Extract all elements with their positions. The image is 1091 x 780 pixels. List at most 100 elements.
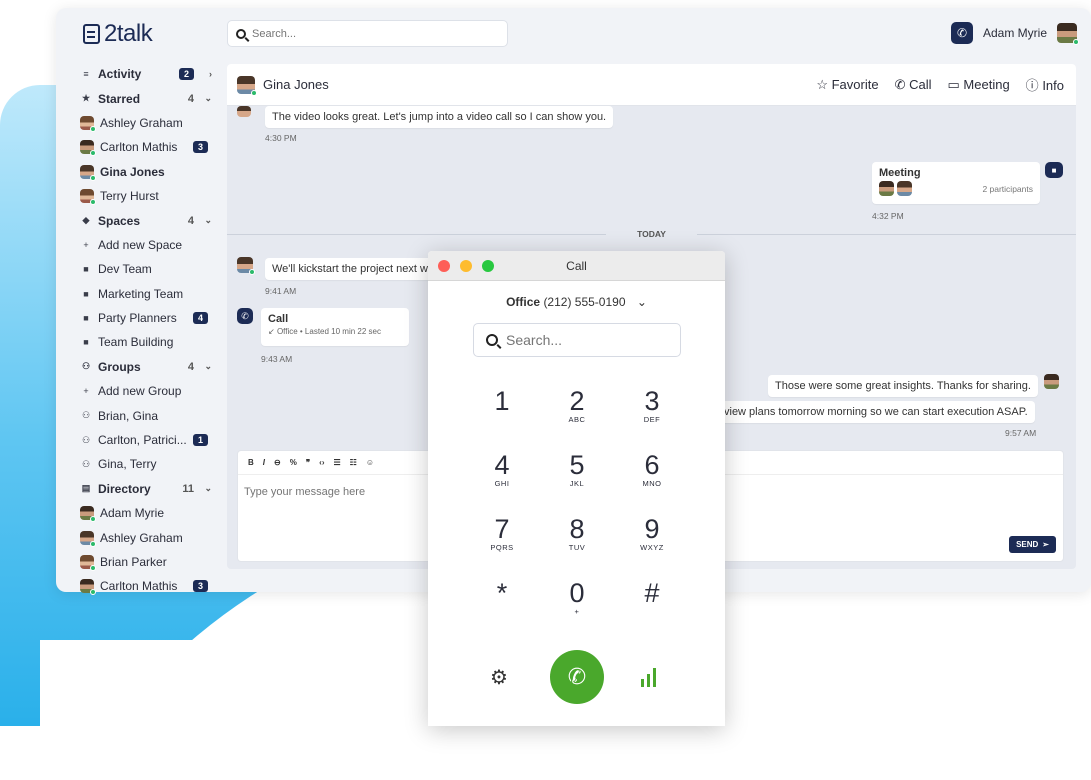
dial-key[interactable]: 0 +: [547, 579, 607, 616]
phone-icon: ✆: [237, 308, 253, 324]
sidebar-item[interactable]: ■ Dev Team: [80, 257, 216, 281]
sidebar-item[interactable]: ■ Marketing Team: [80, 282, 216, 306]
info-icon: ⓘ: [1025, 78, 1039, 93]
info-button[interactable]: ⓘ Info: [1026, 75, 1064, 94]
minimize-icon[interactable]: [460, 260, 472, 272]
dial-digit: 6: [644, 450, 660, 480]
quote-icon[interactable]: ❞: [306, 458, 310, 467]
numbered-list-icon[interactable]: ☷: [350, 458, 357, 467]
sidebar-item[interactable]: Carlton Mathis 3: [80, 574, 216, 598]
sidebar-item[interactable]: ⚇ Carlton, Patrici... 1: [80, 428, 216, 452]
bullet-list-icon[interactable]: ☰: [333, 458, 340, 467]
sidebar-section[interactable]: ▤ Directory 11 ⌄: [80, 477, 216, 501]
dial-digit: 2: [569, 386, 585, 416]
meeting-button[interactable]: ▭ Meeting: [948, 77, 1010, 93]
sidebar-item[interactable]: ⚇ Brian, Gina: [80, 403, 216, 427]
sidebar-item[interactable]: Terry Hurst: [80, 184, 216, 208]
line-number: (212) 555-0190: [543, 295, 626, 309]
dial-letters: PQRS: [490, 543, 514, 552]
call-button[interactable]: ✆ Call: [895, 77, 932, 93]
sidebar-item[interactable]: Carlton Mathis 3: [80, 135, 216, 159]
strike-icon[interactable]: ⊖: [274, 458, 281, 467]
leaf-icon: ◆: [82, 215, 90, 226]
dialer-search-input[interactable]: [506, 332, 676, 348]
phone-icon[interactable]: ✆: [950, 22, 973, 44]
dial-key[interactable]: 5 JKL: [547, 451, 607, 488]
dial-digit: 0: [569, 578, 585, 608]
dial-key[interactable]: 1: [472, 387, 532, 415]
close-icon[interactable]: [438, 260, 450, 272]
dial-digit: 9: [644, 514, 660, 544]
dial-key[interactable]: 4 GHI: [472, 451, 532, 488]
maximize-icon[interactable]: [482, 260, 494, 272]
emoji-icon[interactable]: ☺: [366, 458, 374, 467]
bold-icon[interactable]: B: [248, 458, 254, 467]
line-selector[interactable]: Office (212) 555-0190 ⌄: [428, 295, 725, 309]
send-button[interactable]: SEND ➢: [1009, 536, 1056, 553]
sidebar-section[interactable]: ★ Starred 4 ⌄: [80, 86, 216, 110]
sidebar-item[interactable]: + Add new Space: [80, 233, 216, 257]
chevron-icon[interactable]: ⌄: [204, 483, 212, 494]
sidebar-item-label: Ashley Graham: [100, 530, 183, 545]
message-bubble: view plans tomorrow morning so we can st…: [717, 401, 1035, 423]
chevron-down-icon: ⌄: [636, 295, 647, 309]
star-icon: ☆: [816, 76, 828, 92]
dial-digit: 7: [494, 514, 510, 544]
search-icon: [236, 28, 246, 39]
sidebar-section[interactable]: ◆ Spaces 4 ⌄: [80, 208, 216, 232]
dial-key[interactable]: *: [472, 579, 532, 607]
dial-key[interactable]: 2 ABC: [547, 387, 607, 424]
avatar: [897, 181, 912, 196]
sidebar-item[interactable]: ■ Party Planners 4: [80, 306, 216, 330]
chevron-icon[interactable]: ⌄: [204, 361, 212, 372]
dial-letters: JKL: [569, 479, 585, 488]
dial-key[interactable]: #: [622, 579, 682, 607]
call-card[interactable]: Call ↙ Office • Lasted 10 min 22 sec: [261, 308, 409, 346]
chevron-icon[interactable]: ⌄: [204, 215, 212, 226]
avatar[interactable]: [237, 75, 257, 96]
sidebar-item[interactable]: Adam Myrie: [80, 501, 216, 525]
global-search[interactable]: [227, 20, 508, 47]
sidebar-item[interactable]: Ashley Graham: [80, 111, 216, 135]
avatar[interactable]: [1057, 23, 1079, 45]
list-icon: ≡: [83, 69, 89, 80]
avatar: [80, 189, 96, 206]
message-bubble: The video looks great. Let's jump into a…: [265, 106, 614, 128]
dial-key[interactable]: 9 WXYZ: [622, 515, 682, 552]
chevron-icon[interactable]: ⌄: [204, 93, 212, 104]
sidebar-item[interactable]: ■ Team Building: [80, 330, 216, 354]
space-icon: ■: [83, 337, 89, 348]
dial-key[interactable]: 6 MNO: [622, 451, 682, 488]
link-icon[interactable]: %: [290, 458, 297, 467]
dial-key[interactable]: 7 PQRS: [472, 515, 532, 552]
unread-badge: 3: [192, 141, 208, 154]
signal-icon: [641, 667, 656, 687]
call-button[interactable]: ✆: [550, 650, 604, 704]
sidebar-item[interactable]: + Add new Group: [80, 379, 216, 403]
sidebar-item[interactable]: Ashley Graham: [80, 525, 216, 549]
message-time: 9:43 AM: [261, 354, 293, 364]
settings-icon[interactable]: ⚙: [490, 665, 508, 690]
code-icon[interactable]: ‹›: [319, 458, 324, 467]
dial-key[interactable]: 8 TUV: [547, 515, 607, 552]
sidebar-item[interactable]: Brian Parker: [80, 550, 216, 574]
dial-key[interactable]: 3 DEF: [622, 387, 682, 424]
dialer-search[interactable]: [473, 323, 681, 357]
chevron-icon[interactable]: ›: [209, 69, 212, 79]
app-logo: 2talk: [83, 20, 153, 48]
sidebar-section[interactable]: ⚇ Groups 4 ⌄: [80, 355, 216, 379]
search-input[interactable]: [252, 27, 492, 40]
sidebar-section[interactable]: ≡ Activity 2 ›: [80, 62, 216, 86]
italic-icon[interactable]: I: [263, 458, 265, 467]
favorite-button[interactable]: ☆ Favorite: [816, 77, 878, 93]
sidebar-item[interactable]: ⚇ Gina, Terry: [80, 452, 216, 476]
avatar: [80, 164, 96, 181]
date-divider: TODAY: [227, 229, 1076, 239]
user-name[interactable]: Adam Myrie: [983, 26, 1047, 40]
meeting-card[interactable]: Meeting 2 participants: [872, 162, 1040, 204]
add-icon: +: [83, 239, 89, 250]
sidebar-item[interactable]: Gina Jones: [80, 160, 216, 184]
sidebar-item-label: Terry Hurst: [100, 189, 159, 204]
message-time: 4:30 PM: [265, 133, 297, 143]
avatar: [80, 530, 96, 547]
